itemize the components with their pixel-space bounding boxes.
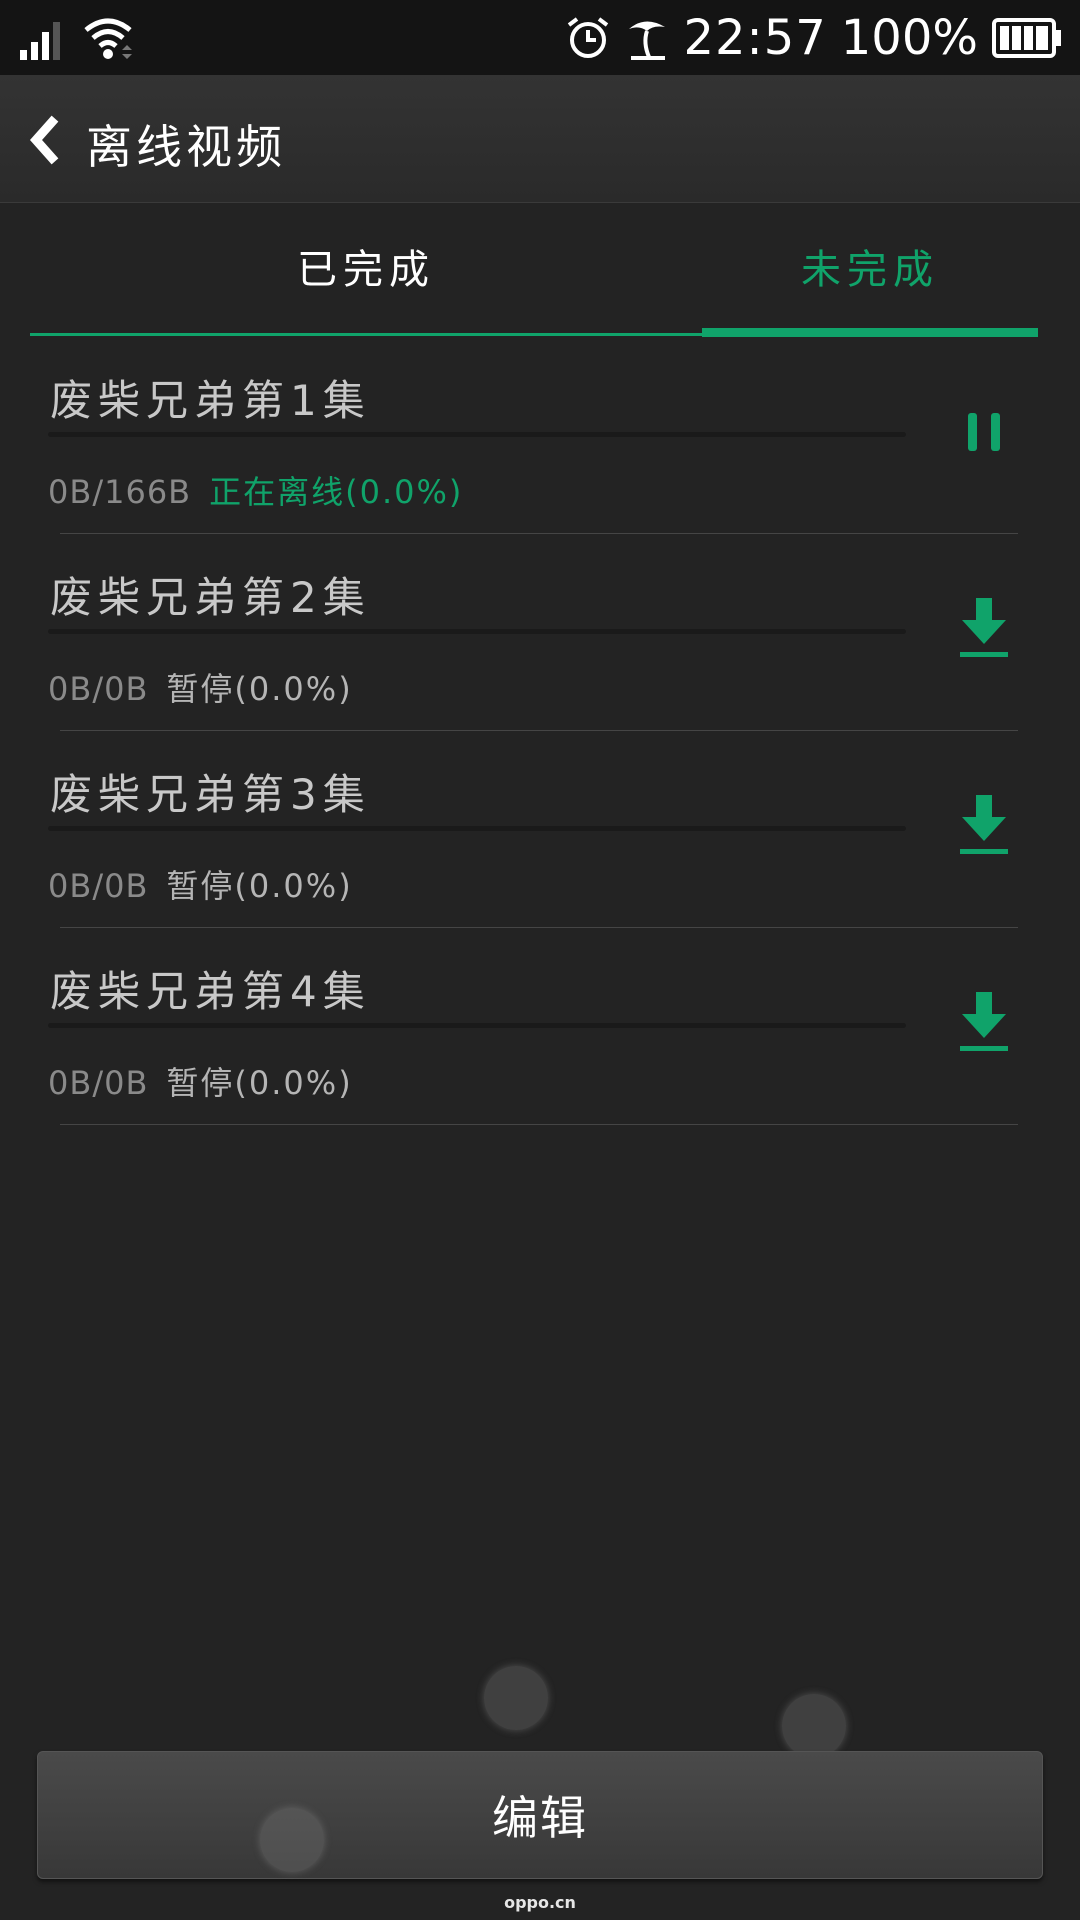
tab-bar: 已完成 未完成 (30, 203, 1038, 337)
file-size: 0B/0B (48, 670, 149, 708)
list-item[interactable]: 废柴兄弟第4集 0B/0B 暂停(0.0%) (0, 928, 1080, 1125)
episode-title: 废柴兄弟第1集 (50, 376, 371, 425)
watermark: oppo.cn (504, 1893, 576, 1912)
progress-bar (48, 826, 906, 831)
touch-indicator (782, 1694, 846, 1758)
tab-completed[interactable]: 已完成 (30, 203, 702, 329)
divider (60, 1124, 1018, 1125)
download-icon (960, 795, 1008, 854)
download-status: 暂停(0.0%) (166, 670, 353, 708)
file-size: 0B/166B (48, 473, 192, 511)
download-icon (960, 992, 1008, 1051)
download-status: 正在离线(0.0%) (209, 473, 464, 511)
signal-icon (20, 22, 60, 60)
list-item[interactable]: 废柴兄弟第3集 0B/0B 暂停(0.0%) (0, 731, 1080, 928)
progress-bar (48, 629, 906, 634)
episode-title: 废柴兄弟第3集 (50, 770, 371, 819)
item-meta: 0B/0B 暂停(0.0%) (48, 664, 353, 710)
progress-bar (48, 432, 906, 437)
touch-indicator (260, 1808, 324, 1872)
status-bar: 22:57 100% (0, 0, 1080, 75)
list-item[interactable]: 废柴兄弟第2集 0B/0B 暂停(0.0%) (0, 534, 1080, 731)
download-button[interactable] (954, 791, 1014, 861)
file-size: 0B/0B (48, 867, 149, 905)
list-item[interactable]: 废柴兄弟第1集 0B/166B 正在离线(0.0%) (0, 337, 1080, 534)
item-meta: 0B/0B 暂停(0.0%) (48, 861, 353, 907)
back-button[interactable] (22, 110, 82, 170)
page-title: 离线视频 (86, 120, 286, 174)
tab-active-indicator (702, 328, 1038, 337)
battery-percent: 100% (840, 10, 978, 66)
status-right: 22:57 100% (565, 10, 1062, 66)
download-icon (960, 598, 1008, 657)
file-size: 0B/0B (48, 1064, 149, 1102)
item-meta: 0B/0B 暂停(0.0%) (48, 1058, 353, 1104)
edit-button[interactable]: 编辑 (37, 1751, 1043, 1879)
chevron-left-icon (29, 115, 59, 165)
download-button[interactable] (954, 988, 1014, 1058)
tab-incomplete[interactable]: 未完成 (702, 203, 1038, 329)
download-button[interactable] (954, 594, 1014, 664)
alarm-icon (568, 17, 609, 58)
pause-button[interactable] (954, 397, 1014, 467)
progress-bar (48, 1023, 906, 1028)
download-status: 暂停(0.0%) (166, 1064, 353, 1102)
status-left (18, 14, 132, 62)
item-meta: 0B/166B 正在离线(0.0%) (48, 467, 463, 513)
beach-icon (629, 21, 666, 60)
title-bar: 离线视频 (0, 75, 1080, 203)
episode-title: 废柴兄弟第2集 (50, 573, 371, 622)
wifi-icon (84, 18, 132, 59)
download-status: 暂停(0.0%) (166, 867, 353, 905)
battery-icon (992, 18, 1061, 58)
pause-icon (968, 413, 1000, 451)
touch-indicator (484, 1666, 548, 1730)
clock-time: 22:57 (683, 10, 827, 66)
episode-title: 废柴兄弟第4集 (50, 967, 371, 1016)
download-list: 废柴兄弟第1集 0B/166B 正在离线(0.0%) 废柴兄弟第2集 0B/0B 暂… (0, 337, 1080, 1125)
